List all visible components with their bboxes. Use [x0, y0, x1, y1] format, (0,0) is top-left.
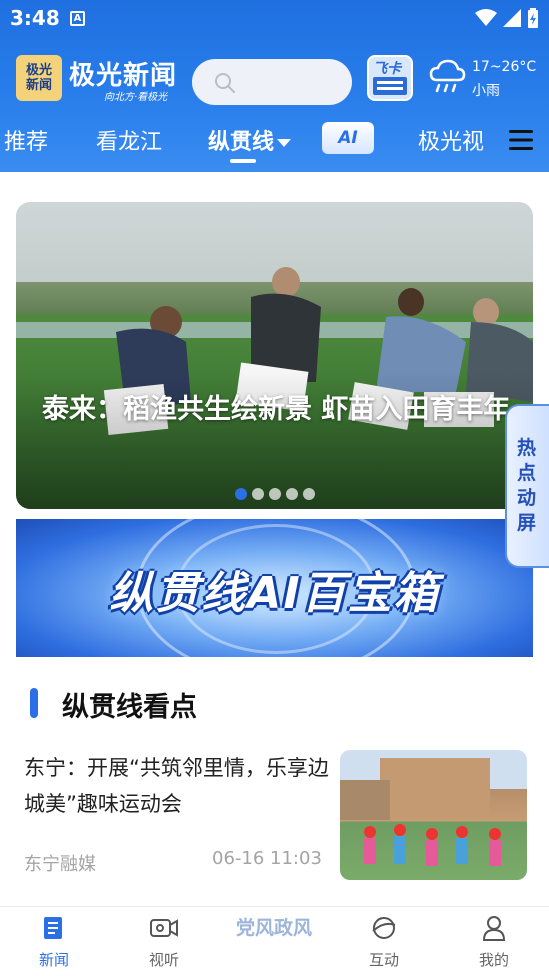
thumb-building: [340, 780, 390, 820]
tab-zongguanxian-label: 纵贯线: [208, 130, 275, 155]
channel-tabs: 推荐 看龙江 纵贯线 极光视: [0, 120, 549, 163]
weather-temp: 17~26°C: [472, 59, 537, 75]
ai-treasure-box-banner[interactable]: 纵贯线AI百宝箱: [16, 519, 533, 657]
rain-cloud-icon: [429, 59, 466, 93]
search-input[interactable]: [192, 59, 352, 105]
notification-a-icon: A: [70, 11, 85, 26]
ai-banner-text: 纵贯线AI百宝箱: [109, 568, 440, 619]
banner-title: 泰来：稻渔共生绘新景 虾苗入田育丰年: [42, 394, 511, 425]
hot-screen-label: 热点动屏: [517, 437, 537, 534]
tab-ai[interactable]: AI: [322, 122, 374, 154]
news-thumbnail: [340, 750, 527, 880]
news-list-item[interactable]: 东宁：开展“共筑邻里情，乐享边城美”趣味运动会 东宁融媒 06-16 11:03: [0, 750, 549, 880]
nav-news-label: 新闻: [38, 951, 69, 969]
nav-mine-label: 我的: [478, 951, 509, 969]
carousel-dots: [235, 488, 315, 500]
tab-longjiang[interactable]: 看龙江: [96, 124, 162, 156]
headline-carousel[interactable]: 泰来：稻渔共生绘新景 虾苗入田育丰年: [16, 202, 533, 509]
thumb-building: [380, 758, 490, 818]
signal-icon: [503, 9, 521, 27]
tab-zongguanxian[interactable]: 纵贯线: [208, 124, 292, 156]
nav-party-style[interactable]: 党风政风: [234, 917, 314, 939]
wifi-icon: [475, 9, 497, 26]
logo-line-1: 极光: [25, 63, 52, 78]
news-time: 06-16 11:03: [212, 848, 322, 869]
feed-content: 泰来：稻渔共生绘新景 虾苗入田育丰年 纵贯线AI百宝箱 纵贯线看点 东宁：开展“…: [0, 172, 549, 906]
news-icon: [44, 917, 62, 939]
nav-video[interactable]: 视听: [124, 915, 204, 970]
feika-label: 飞卡: [373, 61, 401, 77]
user-icon: [482, 916, 506, 941]
menu-icon[interactable]: [509, 128, 535, 152]
status-bar: 3:48 A: [0, 0, 549, 38]
weather-desc: 小雨: [472, 83, 500, 99]
logo-line-2: 新闻: [25, 78, 52, 93]
section-accent-bar: [30, 688, 38, 718]
status-time: 3:48: [10, 6, 60, 30]
battery-icon: [528, 8, 538, 28]
app-title: 极光新闻: [69, 61, 178, 91]
video-icon: [150, 919, 178, 937]
news-source: 东宁融媒: [24, 854, 96, 875]
carousel-dot[interactable]: [235, 488, 247, 500]
nav-news[interactable]: 新闻: [14, 915, 94, 970]
news-title: 东宁：开展“共筑邻里情，乐享边城美”趣味运动会: [24, 756, 329, 816]
active-tab-indicator: [230, 159, 256, 163]
planet-icon: [372, 917, 396, 939]
bottom-navigation: 新闻 视听 党风政风 互动 我的: [0, 906, 549, 976]
app-logo: 极光 新闻: [16, 55, 62, 101]
caret-down-icon: [277, 139, 292, 147]
section-title: 纵贯线看点: [62, 692, 197, 723]
status-icons: [475, 8, 539, 28]
nav-mine[interactable]: 我的: [454, 915, 534, 970]
nav-interact[interactable]: 互动: [344, 915, 424, 970]
feika-button[interactable]: 飞卡: [367, 55, 413, 101]
tab-jiguangshi[interactable]: 极光视: [418, 124, 484, 156]
hot-screen-tab[interactable]: 热点动屏: [505, 404, 549, 568]
carousel-dot[interactable]: [252, 488, 264, 500]
nav-interact-label: 互动: [368, 951, 399, 969]
carousel-dot[interactable]: [269, 488, 281, 500]
carousel-dot[interactable]: [286, 488, 298, 500]
search-icon: [215, 73, 235, 93]
nav-video-label: 视听: [148, 951, 179, 969]
app-slogan: 向北方·看极光: [104, 92, 168, 103]
thumb-dancers: [364, 824, 501, 866]
tab-recommend[interactable]: 推荐: [4, 124, 48, 156]
carousel-dot[interactable]: [303, 488, 315, 500]
